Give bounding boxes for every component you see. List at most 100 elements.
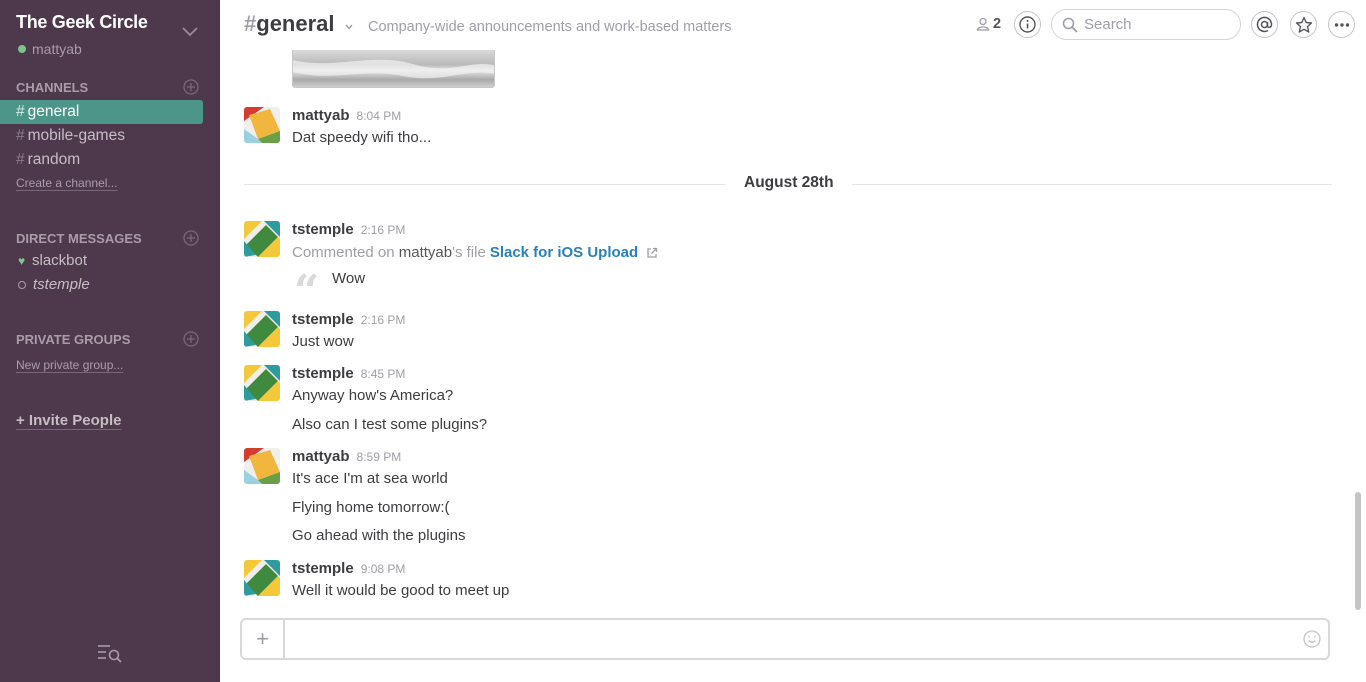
- avatar[interactable]: [244, 311, 280, 347]
- message-header: tstemple 2:16 PM: [292, 221, 405, 238]
- plus-icon: +: [256, 626, 269, 651]
- message-timestamp[interactable]: 9:08 PM: [361, 562, 406, 576]
- mentions-button[interactable]: [1251, 11, 1278, 38]
- message-text: Flying home tomorrow:(: [292, 499, 450, 516]
- dm-tstemple[interactable]: tstemple: [18, 276, 90, 293]
- message-header: mattyab 8:04 PM: [292, 107, 401, 124]
- private-groups-header[interactable]: PRIVATE GROUPS: [16, 332, 130, 347]
- avatar[interactable]: [244, 448, 280, 484]
- channel-label: mobile-games: [27, 127, 125, 144]
- add-dm-icon[interactable]: [183, 230, 199, 246]
- channel-purpose: Company-wide announcements and work-base…: [368, 19, 732, 35]
- file-link[interactable]: Slack for iOS Upload: [490, 244, 638, 261]
- sidebar: The Geek Circle mattyab CHANNELS # genera…: [0, 0, 220, 682]
- add-channel-icon[interactable]: [183, 79, 199, 95]
- member-count: 2: [993, 16, 1002, 32]
- hash-icon: #: [16, 151, 25, 168]
- channel-header: #general Company-wide announcements and …: [220, 0, 1366, 50]
- avatar[interactable]: [244, 365, 280, 401]
- search-icon: [1062, 17, 1078, 33]
- message-author[interactable]: tstemple: [292, 311, 354, 328]
- message-text: Go ahead with the plugins: [292, 527, 466, 544]
- comment-suffix: 's file: [452, 244, 486, 261]
- presence-active-icon: [18, 45, 26, 53]
- file-comment-line: Commented on mattyab's file Slack for iO…: [292, 244, 658, 261]
- caret-down-icon[interactable]: [344, 22, 354, 32]
- message-header: tstemple 9:08 PM: [292, 560, 405, 577]
- list-search-icon[interactable]: [97, 643, 123, 663]
- message-author[interactable]: mattyab: [292, 448, 350, 465]
- chevron-down-icon[interactable]: [181, 22, 199, 40]
- message-header: tstemple 2:16 PM: [292, 311, 405, 328]
- message-timestamp[interactable]: 2:16 PM: [361, 223, 406, 237]
- star-icon: [1295, 16, 1312, 33]
- emoji-icon[interactable]: [1302, 629, 1322, 649]
- message-author[interactable]: mattyab: [292, 107, 350, 124]
- message-text: Dat speedy wifi tho...: [292, 129, 432, 146]
- hash-icon: #: [244, 11, 257, 36]
- message-timestamp[interactable]: 8:45 PM: [361, 367, 406, 381]
- message-author[interactable]: tstemple: [292, 221, 354, 238]
- hash-icon: #: [16, 103, 25, 120]
- direct-messages-header[interactable]: DIRECT MESSAGES: [16, 231, 142, 246]
- avatar[interactable]: [244, 107, 280, 143]
- at-mention-icon: [1256, 16, 1273, 33]
- create-channel-link[interactable]: Create a channel...: [16, 176, 117, 190]
- channel-label: general: [27, 103, 80, 120]
- message-text: Anyway how's America?: [292, 387, 454, 404]
- hash-icon: #: [16, 127, 25, 144]
- info-icon: [1019, 16, 1036, 33]
- channel-title[interactable]: #general: [244, 11, 335, 37]
- channel-title-label: general: [256, 11, 335, 36]
- current-user[interactable]: mattyab: [18, 41, 82, 57]
- message-composer: +: [240, 618, 1330, 660]
- member-count-button[interactable]: 2: [976, 16, 1001, 32]
- avatar[interactable]: [244, 221, 280, 257]
- avatar[interactable]: [244, 560, 280, 596]
- new-private-group-link[interactable]: New private group...: [16, 358, 123, 372]
- team-name[interactable]: The Geek Circle: [16, 12, 148, 33]
- dm-slackbot[interactable]: ♥ slackbot: [18, 252, 87, 269]
- file-owner[interactable]: mattyab: [399, 244, 452, 261]
- message-author[interactable]: tstemple: [292, 560, 354, 577]
- current-user-name: mattyab: [32, 41, 82, 57]
- search-box[interactable]: [1051, 9, 1241, 40]
- message-text: Well it would be good to meet up: [292, 582, 510, 599]
- message-text: It's ace I'm at sea world: [292, 470, 448, 487]
- message-scrollbar[interactable]: [1354, 50, 1362, 610]
- channel-mobile-games[interactable]: # mobile-games: [0, 124, 203, 148]
- starred-button[interactable]: [1290, 11, 1317, 38]
- channels-header[interactable]: CHANNELS: [16, 80, 88, 95]
- scrollbar-thumb[interactable]: [1355, 492, 1361, 610]
- message-text: Also can I test some plugins?: [292, 416, 488, 433]
- dm-label: slackbot: [32, 252, 88, 269]
- message-input[interactable]: [294, 628, 1244, 650]
- day-divider-label: August 28th: [726, 174, 852, 192]
- channel-general[interactable]: # general: [0, 100, 203, 124]
- slack-app: The Geek Circle mattyab CHANNELS # genera…: [0, 0, 1366, 682]
- message-timestamp[interactable]: 2:16 PM: [361, 313, 406, 327]
- add-group-icon[interactable]: [183, 331, 199, 347]
- message-text: Just wow: [292, 333, 354, 350]
- more-button[interactable]: [1328, 11, 1355, 38]
- message-header: mattyab 8:59 PM: [292, 448, 401, 465]
- comment-prefix: Commented on: [292, 244, 395, 261]
- invite-people-link[interactable]: + Invite People: [16, 412, 121, 429]
- message-timestamp[interactable]: 8:59 PM: [357, 450, 402, 464]
- message-timestamp[interactable]: 8:04 PM: [357, 109, 402, 123]
- attach-file-button[interactable]: +: [242, 620, 285, 658]
- image-attachment[interactable]: [292, 50, 495, 88]
- heart-icon: ♥: [18, 253, 26, 268]
- search-input[interactable]: [1084, 16, 1224, 33]
- presence-away-icon: [18, 280, 26, 289]
- message-pane: mattyab 8:04 PM Dat speedy wifi tho... Au…: [220, 50, 1354, 610]
- more-icon: [1334, 22, 1349, 27]
- message-author[interactable]: tstemple: [292, 365, 354, 382]
- external-link-icon[interactable]: [646, 247, 658, 259]
- dm-label: tstemple: [33, 276, 90, 293]
- channel-random[interactable]: # random: [0, 148, 203, 172]
- channel-label: random: [27, 151, 81, 168]
- member-icon: [976, 17, 990, 31]
- comment-text: Wow: [332, 270, 366, 287]
- channel-info-button[interactable]: [1014, 11, 1041, 38]
